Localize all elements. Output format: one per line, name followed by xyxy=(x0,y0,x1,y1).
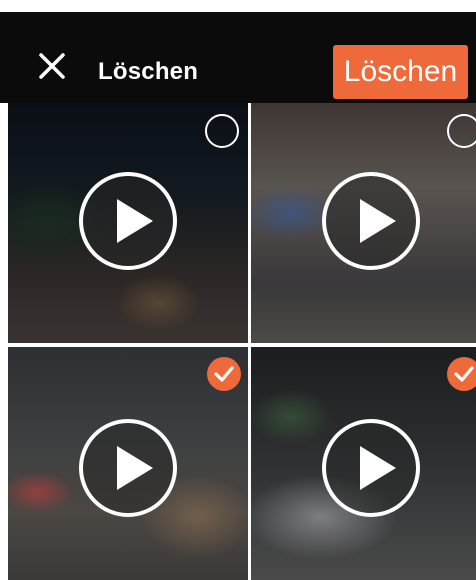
play-icon xyxy=(360,446,396,490)
video-thumbnail[interactable] xyxy=(251,347,476,580)
select-checkbox[interactable] xyxy=(205,114,239,148)
selection-header: Löschen Löschen xyxy=(0,12,476,103)
checkmark-icon xyxy=(454,366,474,382)
play-button[interactable] xyxy=(322,172,420,270)
select-checkbox-checked[interactable] xyxy=(447,357,476,391)
checkmark-icon xyxy=(214,366,234,382)
video-thumbnail[interactable] xyxy=(8,103,248,343)
play-button[interactable] xyxy=(322,419,420,517)
delete-button[interactable]: Löschen xyxy=(333,45,468,99)
play-icon xyxy=(117,199,153,243)
header-title: Löschen xyxy=(98,58,199,85)
play-icon xyxy=(117,446,153,490)
play-button[interactable] xyxy=(79,172,177,270)
media-grid xyxy=(0,103,476,580)
select-checkbox-checked[interactable] xyxy=(207,357,241,391)
status-strip xyxy=(0,0,476,12)
close-button[interactable] xyxy=(36,50,68,82)
video-thumbnail[interactable] xyxy=(251,103,476,343)
select-checkbox[interactable] xyxy=(447,114,476,148)
close-icon xyxy=(39,53,65,79)
video-thumbnail[interactable] xyxy=(8,347,248,580)
play-button[interactable] xyxy=(79,419,177,517)
play-icon xyxy=(360,199,396,243)
